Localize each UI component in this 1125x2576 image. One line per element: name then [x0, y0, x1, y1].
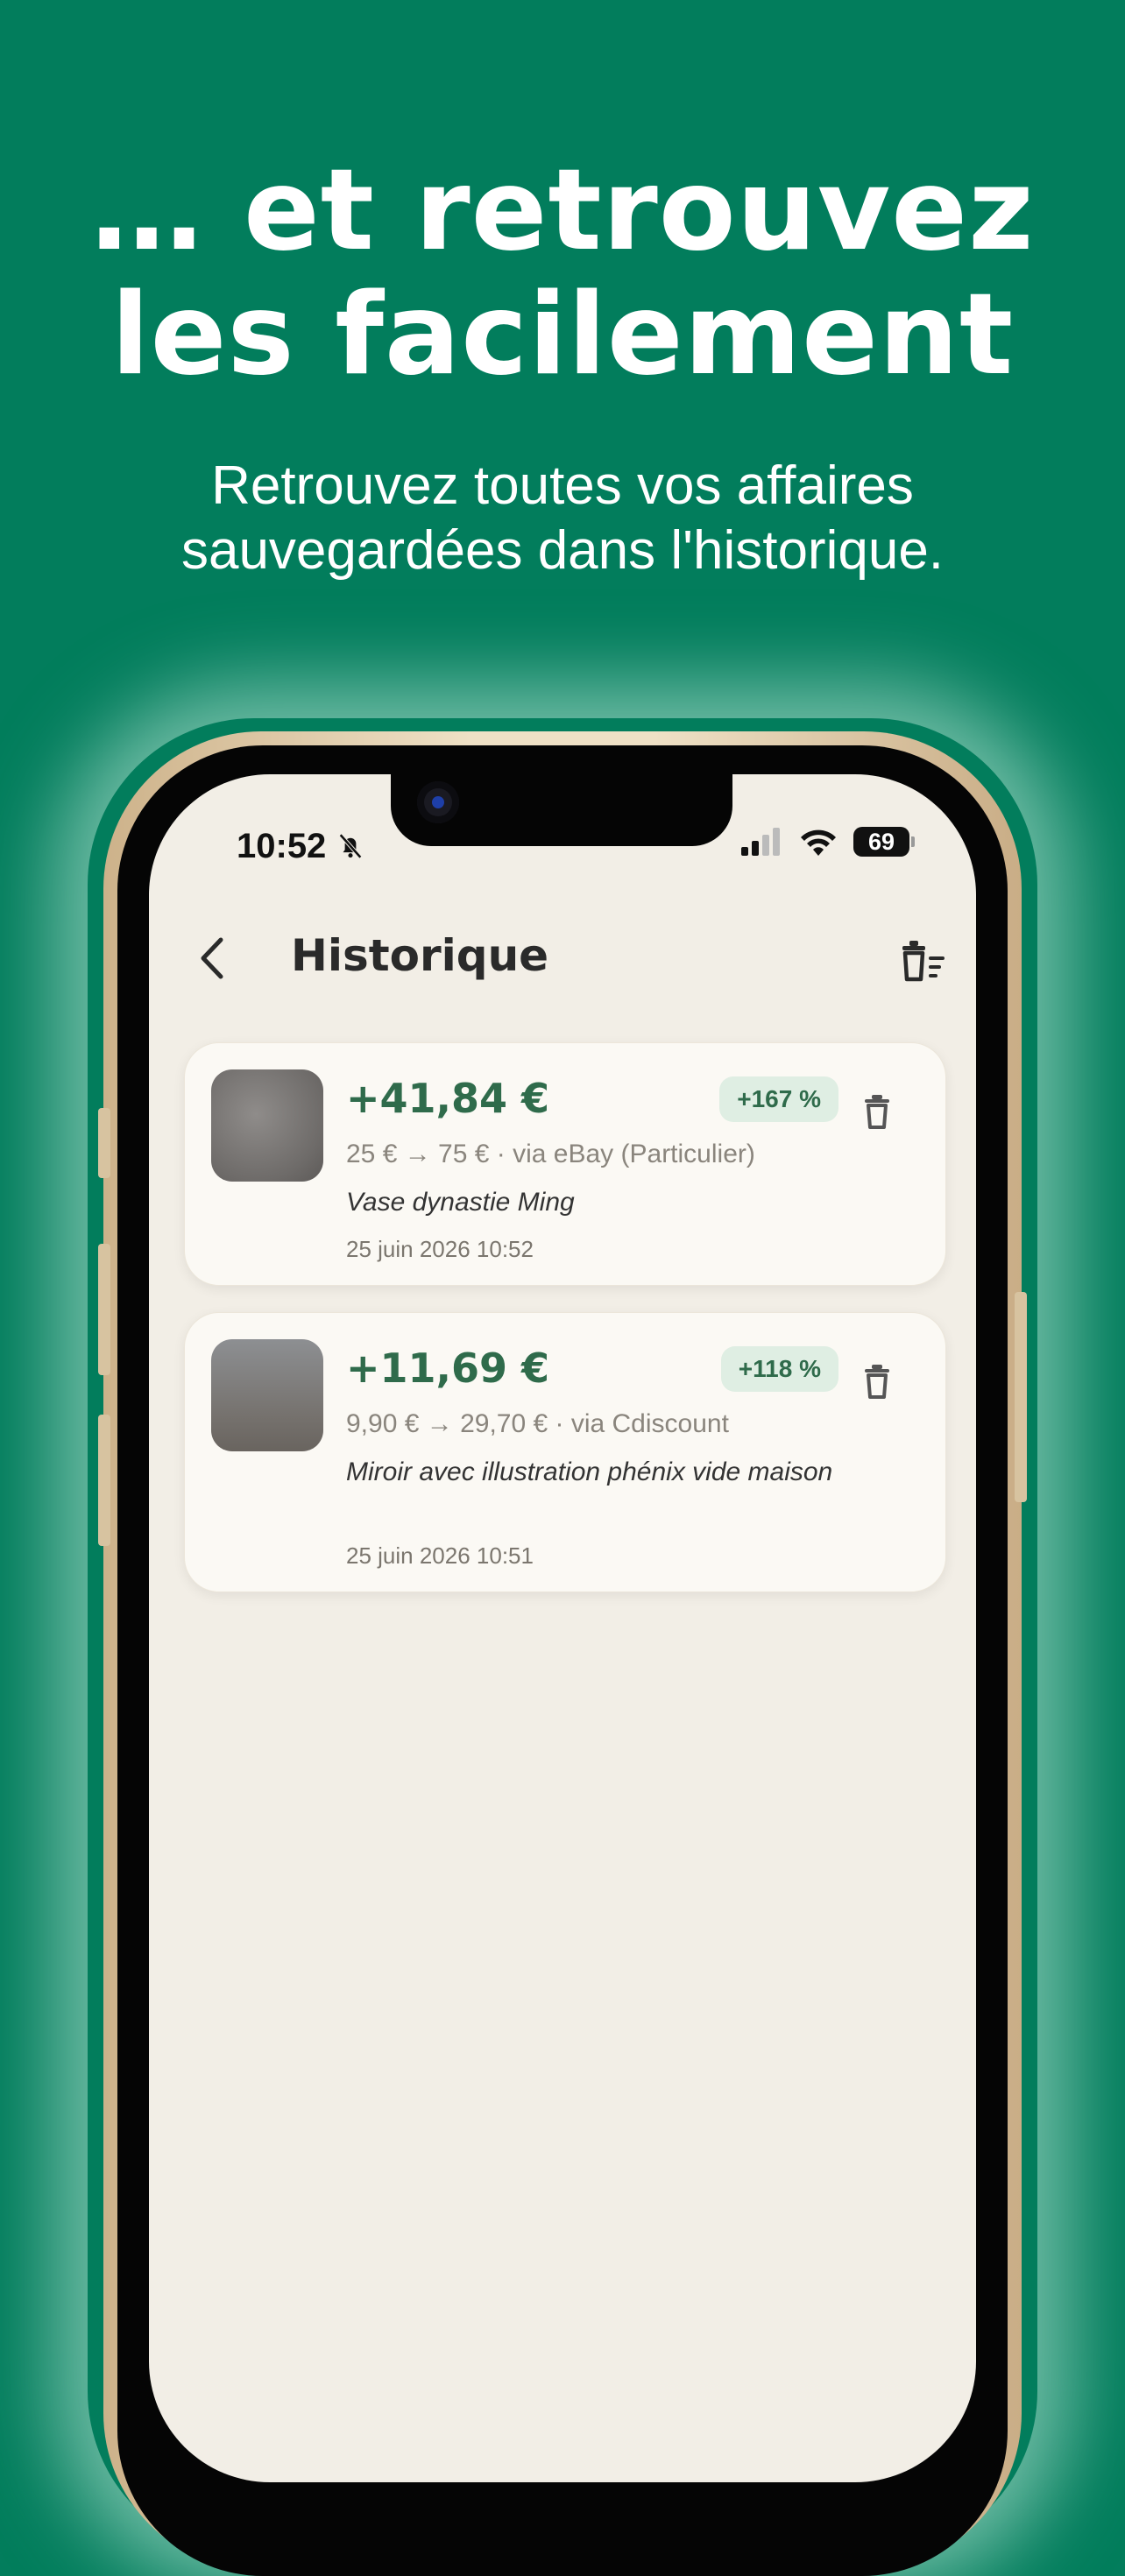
item-name: Miroir avec illustration phénix vide mai…: [346, 1457, 833, 1486]
subtitle-line-1: Retrouvez toutes vos affaires: [211, 455, 914, 516]
clear-history-icon: [902, 941, 945, 982]
notch: [391, 774, 732, 846]
volume-up-button: [98, 1244, 110, 1375]
headline-line-1: … et retrouvez: [90, 145, 1035, 276]
promo-subtitle: Retrouvez toutes vos affaires sauvegardé…: [0, 454, 1125, 583]
back-chevron-icon: [201, 937, 223, 979]
clear-history-button[interactable]: [899, 939, 946, 983]
headline-line-2: les facilement: [110, 270, 1015, 400]
wifi-icon: [801, 829, 836, 856]
profit-amount: +11,69 €: [346, 1344, 550, 1392]
delete-button[interactable]: [861, 1364, 893, 1399]
status-time: 10:52: [237, 827, 365, 866]
back-button[interactable]: [195, 936, 230, 980]
item-thumbnail: [211, 1339, 323, 1451]
percent-badge: +167 %: [719, 1076, 838, 1122]
mute-switch: [98, 1108, 110, 1178]
trash-icon: [865, 1095, 889, 1129]
profit-amount: +41,84 €: [346, 1075, 550, 1122]
battery-cap: [911, 836, 915, 847]
item-name: Vase dynastie Ming: [346, 1188, 575, 1217]
page-title: Historique: [291, 930, 549, 981]
trash-icon: [865, 1365, 889, 1399]
price-details: 25 € → 75 € · via eBay (Particulier): [346, 1140, 755, 1168]
phone-screen: 10:52 69 Historique +41,84 € +167 % 25 €…: [149, 774, 976, 2482]
status-time-text: 10:52: [237, 827, 327, 865]
front-camera: [417, 781, 459, 823]
battery-icon: 69: [853, 827, 915, 857]
battery-level: 69: [853, 827, 909, 857]
power-button: [1015, 1292, 1027, 1502]
promo-headline: … et retrouvez les facilement: [0, 149, 1125, 398]
delete-button[interactable]: [861, 1094, 893, 1129]
price-details: 9,90 € → 29,70 € · via Cdiscount: [346, 1409, 729, 1438]
history-card[interactable]: +41,84 € +167 % 25 € → 75 € · via eBay (…: [184, 1042, 946, 1286]
cellular-signal-icon: [741, 828, 780, 856]
silent-bell-icon: [339, 833, 363, 859]
subtitle-line-2: sauvegardées dans l'historique.: [180, 520, 945, 581]
item-date: 25 juin 2026 10:51: [346, 1542, 534, 1569]
history-card[interactable]: +11,69 € +118 % 9,90 € → 29,70 € · via C…: [184, 1312, 946, 1592]
status-icons: 69: [741, 827, 915, 857]
item-date: 25 juin 2026 10:52: [346, 1236, 534, 1262]
volume-down-button: [98, 1415, 110, 1546]
percent-badge: +118 %: [720, 1346, 838, 1392]
item-thumbnail: [211, 1069, 323, 1182]
